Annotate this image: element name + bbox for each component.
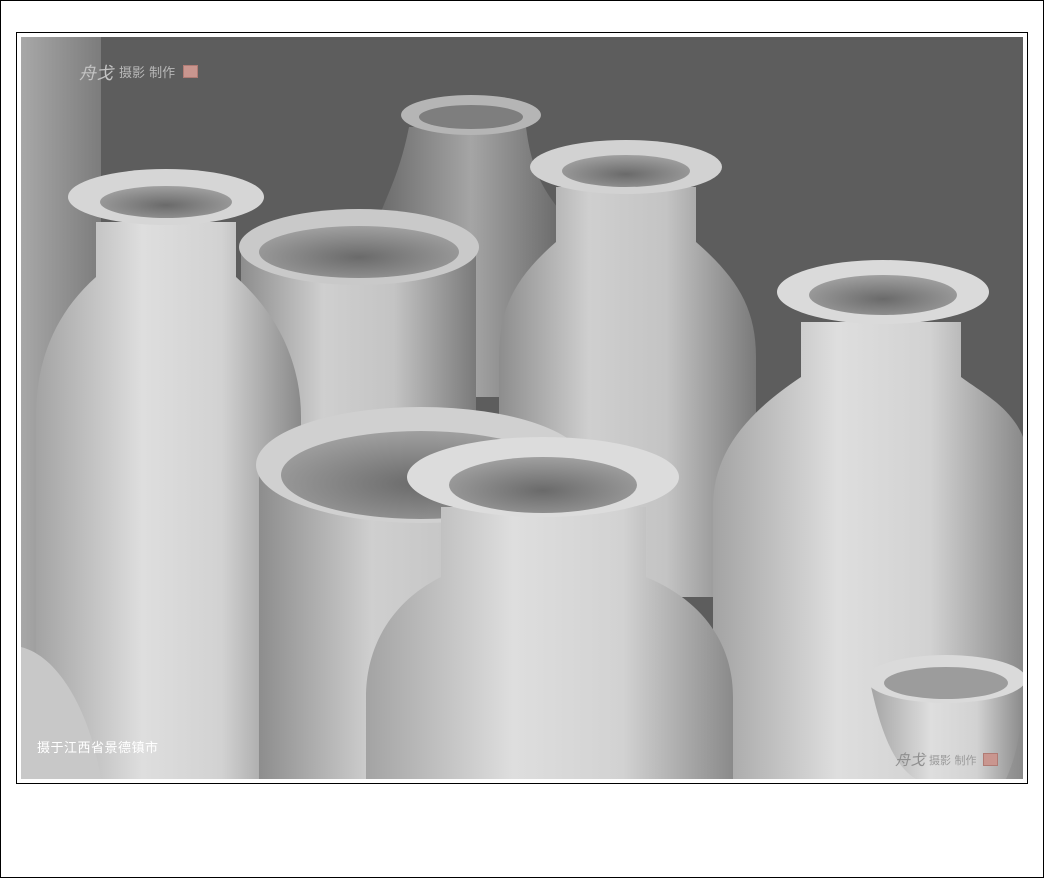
watermark-bottom-text: 摄影 制作: [929, 753, 977, 767]
watermark-script: 舟戈: [79, 64, 113, 84]
watermark-top: 舟戈 摄影 制作: [79, 59, 199, 84]
vases-illustration: [21, 37, 1023, 779]
photo-frame: 舟戈 摄影 制作 摄于江西省景德镇市 舟戈 摄影 制作: [16, 32, 1028, 784]
seal-stamp-icon: [183, 65, 199, 78]
watermark-bottom: 舟戈 摄影 制作: [895, 749, 998, 770]
watermark-text: 摄影 制作: [119, 66, 176, 81]
watermark-bottom-script: 舟戈: [895, 751, 926, 769]
seal-stamp-icon-bottom: [982, 753, 998, 766]
porcelain-vases-photo: 舟戈 摄影 制作 摄于江西省景德镇市 舟戈 摄影 制作: [21, 37, 1023, 779]
photo-caption: 摄于江西省景德镇市: [37, 741, 159, 756]
